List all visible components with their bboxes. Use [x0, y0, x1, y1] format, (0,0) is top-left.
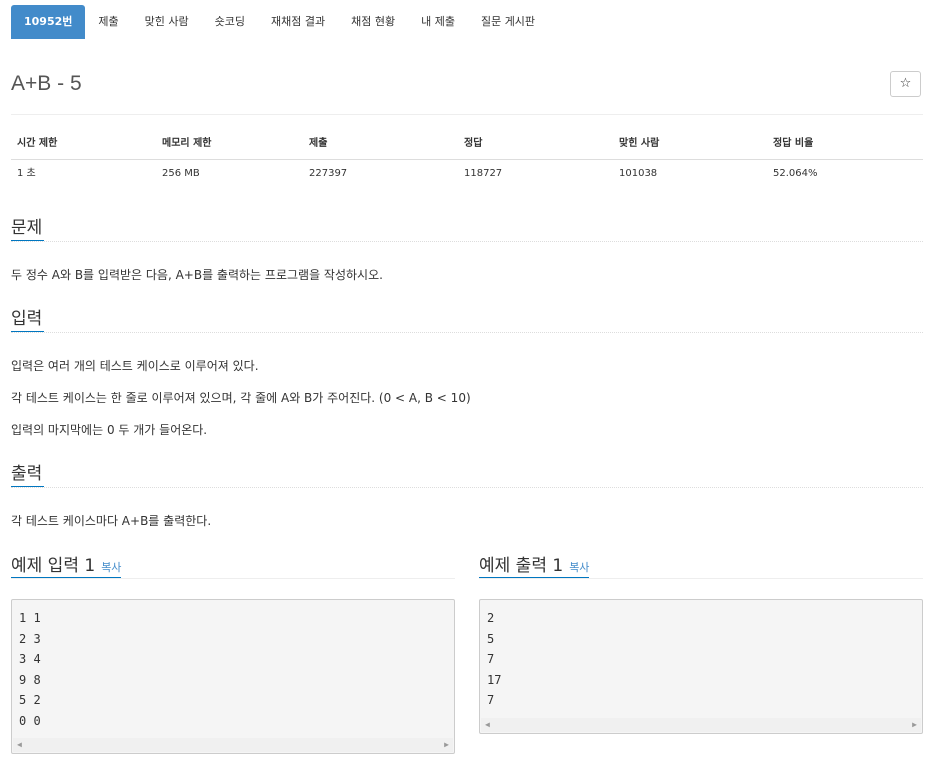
output-heading: 출력	[11, 459, 45, 487]
scroll-left-icon[interactable]: ◀	[485, 719, 490, 731]
tab-submit[interactable]: 제출	[85, 5, 131, 39]
header-solved-users: 맞힌 사람	[619, 138, 660, 149]
section-heading: 문제	[11, 213, 923, 242]
sample-input-heading: 예제 입력 1 복사	[11, 551, 122, 578]
sample-output-line: 5	[487, 631, 495, 646]
sample-output-line: 7	[487, 652, 495, 667]
value-memory-limit: 256 MB	[162, 168, 200, 179]
input-line-1: 입력은 여러 개의 테스트 케이스로 이루어져 있다.	[11, 359, 259, 373]
tab-status[interactable]: 채점 현황	[338, 5, 408, 39]
table-header-row: 시간 제한 메모리 제한 제출 정답 맞힌 사람 정답 비율	[11, 131, 923, 160]
value-accepted: 118727	[464, 168, 503, 179]
sample-output-lines: 2 5 7 17 7	[487, 608, 501, 711]
header-accepted: 정답	[464, 138, 483, 149]
section-problem: 문제	[11, 213, 923, 242]
page-title: A+B - 5	[11, 72, 82, 95]
value-time-limit: 1 초	[17, 168, 36, 179]
sample-input-line: 1 1	[19, 611, 41, 625]
scroll-right-icon[interactable]: ▶	[912, 719, 917, 731]
copy-sample-input-button[interactable]: 복사	[101, 561, 121, 574]
tab-problem[interactable]: 10952번	[11, 5, 86, 39]
value-accept-ratio: 52.064%	[773, 168, 818, 179]
tab-rejudge-results[interactable]: 재채점 결과	[258, 5, 338, 39]
problem-description: 두 정수 A와 B를 입력받은 다음, A+B를 출력하는 프로그램을 작성하시…	[11, 268, 383, 282]
star-icon: ☆	[899, 76, 912, 91]
sample-input-header: 예제 입력 1 복사	[11, 551, 455, 579]
value-submissions: 227397	[309, 168, 348, 179]
table-row: 1 초 256 MB 227397 118727 101038 52.064%	[11, 160, 923, 188]
horizontal-scrollbar[interactable]: ◀ ▶	[481, 718, 921, 732]
section-output: 출력	[11, 459, 923, 488]
sample-input-line: 0 0	[19, 713, 41, 728]
header-time-limit: 시간 제한	[17, 138, 58, 149]
horizontal-scrollbar[interactable]: ◀ ▶	[13, 738, 453, 752]
title-divider	[11, 114, 923, 115]
copy-sample-output-button[interactable]: 복사	[569, 561, 589, 574]
input-line-3: 입력의 마지막에는 0 두 개가 들어온다.	[11, 423, 208, 437]
problem-heading: 문제	[11, 213, 45, 241]
value-solved-users: 101038	[619, 168, 658, 179]
sample-input-line: 3 4	[19, 652, 41, 667]
problem-tabs: 10952번 제출 맞힌 사람 숏코딩 재채점 결과 채점 현황 내 제출 질문…	[11, 5, 548, 39]
header-memory-limit: 메모리 제한	[162, 138, 212, 149]
scroll-right-icon[interactable]: ▶	[444, 739, 449, 751]
tab-question-board[interactable]: 질문 게시판	[468, 5, 548, 39]
sample-input-line: 5 2	[19, 693, 41, 708]
scroll-left-icon[interactable]: ◀	[17, 739, 22, 751]
header-accept-ratio: 정답 비율	[773, 138, 814, 149]
sample-output-header: 예제 출력 1 복사	[479, 551, 923, 579]
section-input: 입력	[11, 304, 923, 333]
section-heading: 입력	[11, 304, 923, 333]
sample-output-line: 2	[487, 611, 495, 625]
input-line-2: 각 테스트 케이스는 한 줄로 이루어져 있으며, 각 줄에 A와 B가 주어진…	[11, 391, 471, 405]
tab-my-submissions[interactable]: 내 제출	[408, 5, 468, 39]
problem-info-table: 시간 제한 메모리 제한 제출 정답 맞힌 사람 정답 비율 1 초 256 M…	[11, 131, 923, 188]
favorite-button[interactable]: ☆	[890, 71, 921, 97]
input-heading: 입력	[11, 304, 45, 332]
sample-input-line: 9 8	[19, 672, 41, 687]
sample-output-line: 17	[487, 672, 502, 687]
output-description: 각 테스트 케이스마다 A+B를 출력한다.	[11, 514, 212, 528]
header-submissions: 제출	[309, 138, 328, 149]
sample-output-box: 2 5 7 17 7 ◀ ▶	[479, 599, 923, 734]
sample-input-title: 예제 입력 1	[11, 556, 96, 576]
sample-input-box: 1 1 2 3 3 4 9 8 5 2 0 0 ◀ ▶	[11, 599, 455, 754]
sample-input-line: 2 3	[19, 631, 41, 646]
tab-short-coding[interactable]: 숏코딩	[202, 5, 258, 39]
sample-input-lines: 1 1 2 3 3 4 9 8 5 2 0 0	[19, 608, 41, 732]
sample-output-title: 예제 출력 1	[479, 556, 564, 576]
tab-solved-users[interactable]: 맞힌 사람	[132, 5, 202, 39]
sample-output-heading: 예제 출력 1 복사	[479, 551, 590, 578]
sample-output-line: 7	[487, 693, 495, 708]
section-heading: 출력	[11, 459, 923, 488]
